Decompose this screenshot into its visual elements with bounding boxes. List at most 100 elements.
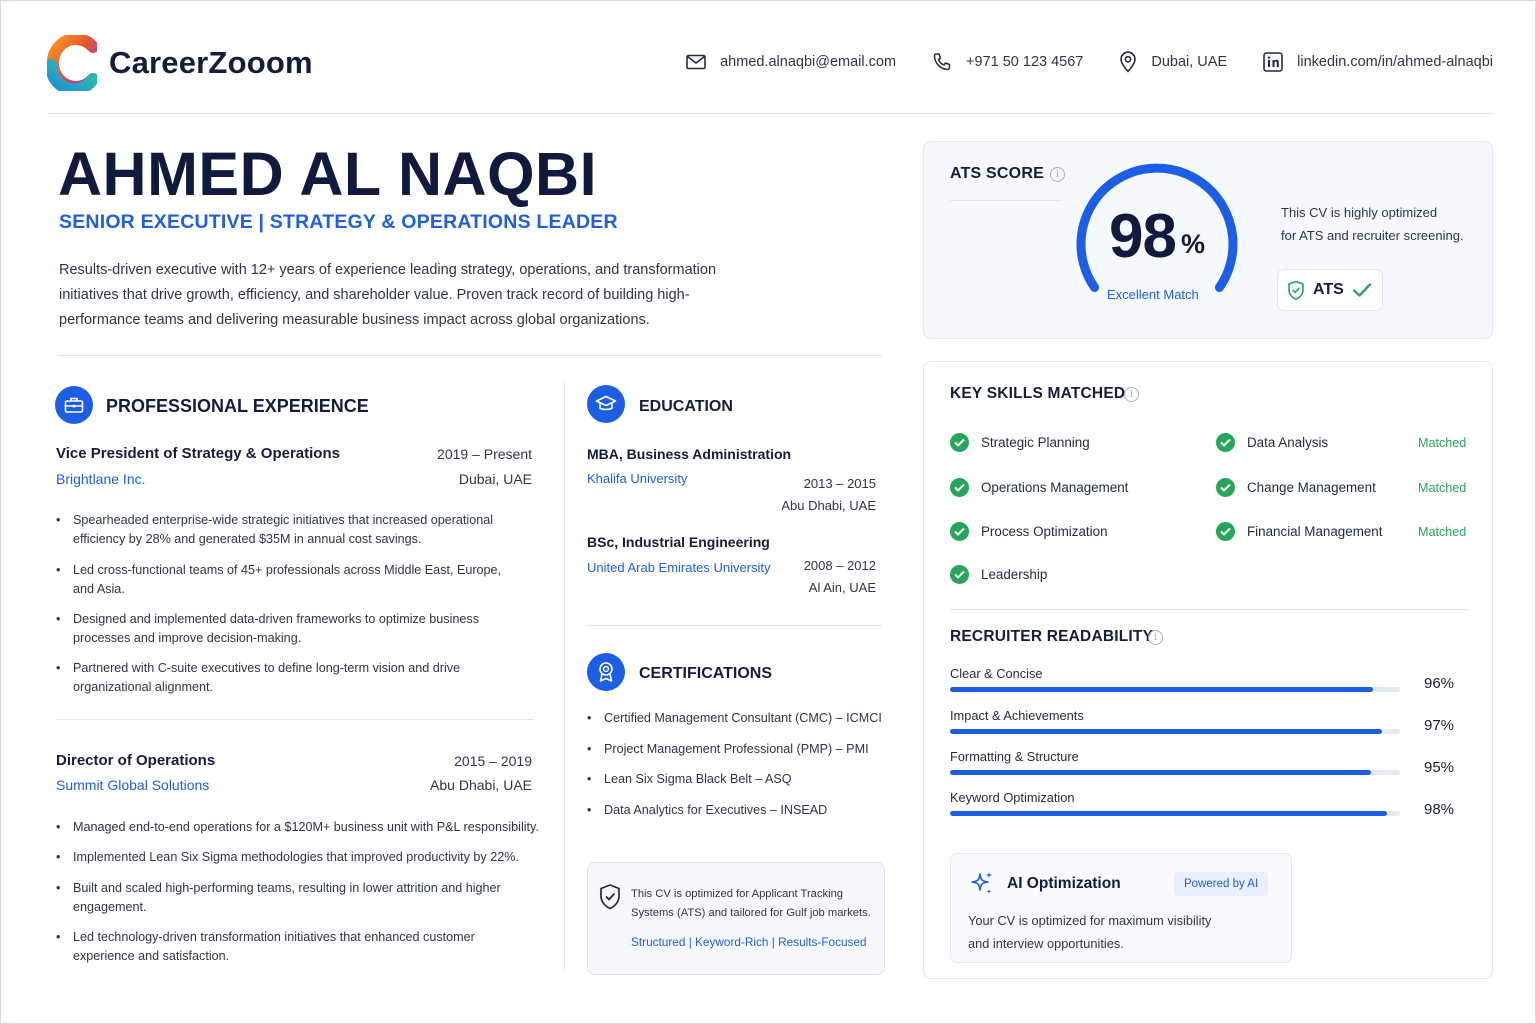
skill-item: Financial Management [1216,522,1382,541]
phone-icon [933,53,951,71]
award-badge-icon [587,653,625,691]
info-icon[interactable]: i [1124,387,1139,402]
check-circle-icon [950,522,969,541]
readability-item-value: 97% [1424,717,1455,734]
skill-item: Strategic Planning [950,433,1090,452]
header-divider [47,113,1493,114]
skill-item: Process Optimization [950,522,1108,541]
job-dates: 2019 – Present [437,446,532,462]
list-item: Spearheaded enterprise-wide strategic in… [56,511,536,549]
job-location: Abu Dhabi, UAE [430,777,532,793]
readability-item-label: Keyword Optimization [950,790,1075,805]
edu-degree: MBA, Business Administration [587,446,792,462]
brand-name: CareerZooom [109,45,313,80]
job-dates: 2015 – 2019 [454,753,532,769]
education-heading: EDUCATION [639,398,733,415]
check-circle-icon [950,478,969,497]
contact-phone[interactable]: +971 50 123 4567 [932,52,1083,72]
readability-item-label: Impact & Achievements [950,708,1084,723]
readability-item-value: 95% [1424,759,1455,776]
certification-list: Certified Management Consultant (CMC) – … [587,711,887,833]
job-title: Vice President of Strategy & Operations [56,445,340,462]
readability-bar [950,729,1400,734]
label-underline [950,200,1062,201]
shield-check-icon [1288,280,1304,300]
section-divider [587,625,882,626]
job-divider [56,719,534,720]
check-circle-icon [1216,478,1235,497]
ats-match-label: Excellent Match [1107,287,1199,302]
location-text: Dubai, UAE [1151,54,1228,70]
list-item: Project Management Professional (PMP) – … [587,742,887,773]
careerzooom-logo-icon [47,35,97,91]
list-item: Implemented Lean Six Sigma methodologies… [56,848,546,867]
list-item: Partnered with C-suite executives to def… [56,659,536,697]
readability-bar [950,770,1400,775]
list-item: Certified Management Consultant (CMC) – … [587,711,887,742]
list-item: Lean Six Sigma Black Belt – ASQ [587,772,887,803]
ats-badge-label: ATS [1313,281,1344,298]
summary-line: initiatives that drive growth, efficienc… [59,287,690,303]
powered-by-ai-badge: Powered by AI [1174,872,1269,896]
info-icon[interactable]: i [1148,630,1163,645]
edu-school[interactable]: Khalifa University [587,471,687,486]
contact-email[interactable]: ahmed.alnaqbi@email.com [686,54,896,70]
check-circle-icon [1216,433,1235,452]
check-circle-icon [950,565,969,584]
ats-score-unit: % [1181,229,1206,259]
ai-description: Your CV is optimized for maximum visibil… [968,913,1212,951]
readability-item-label: Clear & Concise [950,666,1043,681]
readability-item-value: 96% [1424,675,1455,692]
edu-dates: 2013 – 2015 [803,476,876,491]
ats-optimized-note: This CV is optimized for Applicant Track… [587,862,885,975]
skill-item: Change Management [1216,478,1376,497]
ats-note-text: This CV is optimized for Applicant Track… [631,888,871,919]
sparkle-icon [971,872,992,894]
list-item: Designed and implemented data-driven fra… [56,610,536,648]
linkedin-icon [1263,52,1283,72]
ats-note-tags: Structured | Keyword-Rich | Results-Focu… [631,935,867,949]
check-circle-icon [1216,522,1235,541]
job-company[interactable]: Summit Global Solutions [56,777,209,793]
readability-label: RECRUITER READABILITY [950,628,1154,645]
certifications-heading: CERTIFICATIONS [639,665,773,682]
linkedin-text: linkedin.com/in/ahmed-alnaqbi [1297,54,1493,70]
experience-heading: PROFESSIONAL EXPERIENCE [106,396,369,416]
column-divider [564,381,565,971]
ats-badge: ATS [1277,269,1383,311]
readability-bar-fill [950,729,1382,734]
job-location: Dubai, UAE [458,471,532,487]
skill-item: Data Analysis [1216,433,1328,452]
edu-school[interactable]: United Arab Emirates University [587,560,771,575]
job-company[interactable]: Brightlane Inc. [56,471,146,487]
list-item: Data Analytics for Executives – INSEAD [587,803,887,834]
check-circle-icon [950,433,969,452]
candidate-title: SENIOR EXECUTIVE | STRATEGY & OPERATIONS… [59,211,618,233]
contact-location: Dubai, UAE [1119,51,1227,73]
readability-bar [950,687,1400,692]
skill-item: Operations Management [950,478,1128,497]
skill-item: Leadership [950,565,1047,584]
readability-bar-fill [950,770,1371,775]
matched-label: Matched [1418,525,1467,539]
mail-icon [686,54,706,70]
ai-optimization-card: AI Optimization Powered by AI Your CV is… [950,853,1292,963]
candidate-name: AHMED AL NAQBI [58,140,598,208]
matched-label: Matched [1418,481,1467,495]
list-item: Managed end-to-end operations for a $120… [56,818,546,837]
edu-degree: BSc, Industrial Engineering [587,534,770,550]
readability-item-label: Formatting & Structure [950,749,1079,764]
checkmark-icon [1352,283,1372,297]
ats-description: This CV is highly optimized for ATS and … [1281,205,1464,243]
info-icon[interactable]: i [1050,167,1065,182]
contact-linkedin[interactable]: linkedin.com/in/ahmed-alnaqbi [1263,52,1493,72]
location-pin-icon [1120,51,1137,73]
job-bullets: Managed end-to-end operations for a $120… [56,818,546,966]
summary: Results-driven executive with 12+ years … [59,258,739,333]
edu-location: Al Ain, UAE [808,580,876,595]
list-item: Led technology-driven transformation ini… [56,928,546,966]
section-divider [58,355,882,356]
edu-dates: 2008 – 2012 [803,558,876,573]
resume-page: CareerZooom ahmed.alnaqbi@email.com +971… [0,0,1536,1024]
phone-text: +971 50 123 4567 [966,54,1084,70]
